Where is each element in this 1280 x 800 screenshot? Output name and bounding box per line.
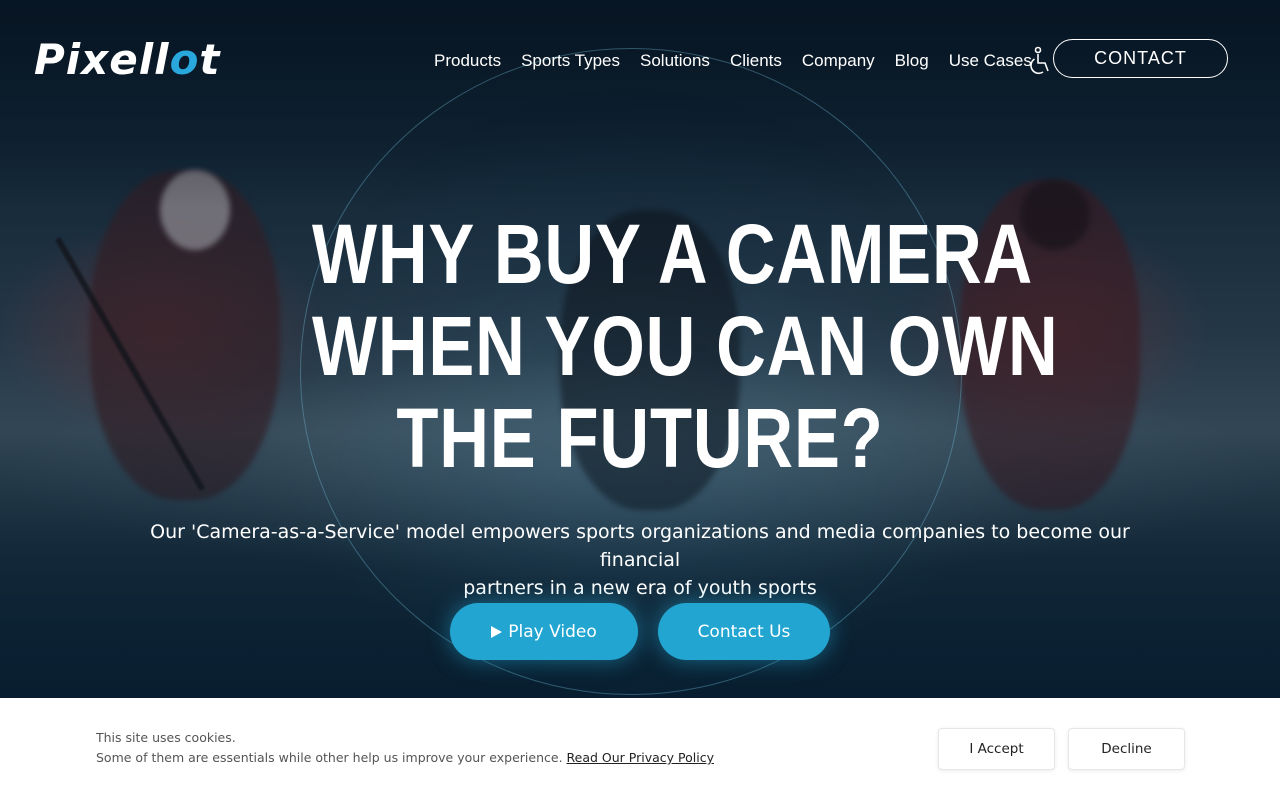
cookie-notice-text: Some of them are essentials while other … <box>96 750 714 765</box>
accept-cookies-button[interactable]: I Accept <box>938 728 1055 770</box>
logo-text-main: Pixell <box>34 35 170 84</box>
logo-text-end: t <box>199 35 221 84</box>
nav-item-blog[interactable]: Blog <box>895 50 929 72</box>
play-video-button[interactable]: Play Video <box>450 603 638 660</box>
headline-line: WHY BUY A CAMERA <box>312 207 1034 301</box>
decline-cookies-button[interactable]: Decline <box>1068 728 1185 770</box>
cookie-notice-title: This site uses cookies. <box>96 730 236 745</box>
nav-item-products[interactable]: Products <box>434 50 501 72</box>
contact-us-button[interactable]: Contact Us <box>658 603 830 660</box>
contact-button[interactable]: CONTACT <box>1053 39 1228 78</box>
cookie-banner: This site uses cookies. Some of them are… <box>0 698 1280 800</box>
nav-item-clients[interactable]: Clients <box>730 50 782 72</box>
main-nav: Products Sports Types Solutions Clients … <box>434 50 1052 72</box>
hero-subtitle: Our 'Camera-as-a-Service' model empowers… <box>120 518 1160 602</box>
nav-item-use-cases[interactable]: Use Cases <box>949 50 1032 72</box>
nav-item-solutions[interactable]: Solutions <box>640 50 710 72</box>
cookie-notice-body: Some of them are essentials while other … <box>96 750 563 765</box>
play-icon <box>491 625 503 638</box>
subtitle-line: Our 'Camera-as-a-Service' model empowers… <box>150 521 1130 571</box>
hero-section: Pixellot Products Sports Types Solutions… <box>0 0 1280 698</box>
headline-line: WHEN YOU CAN OWN <box>312 299 1059 393</box>
nav-item-company[interactable]: Company <box>802 50 875 72</box>
logo-text-accent: o <box>169 35 200 84</box>
hero-headline: WHY BUY A CAMERA WHEN YOU CAN OWN THE FU… <box>312 207 1059 485</box>
nav-item-sports-types[interactable]: Sports Types <box>521 50 620 72</box>
subtitle-line: partners in a new era of youth sports <box>463 577 817 599</box>
headline-line: THE FUTURE? <box>396 391 884 485</box>
wheelchair-icon[interactable] <box>1028 46 1052 76</box>
play-video-label: Play Video <box>508 621 597 642</box>
privacy-policy-link[interactable]: Read Our Privacy Policy <box>567 750 714 765</box>
pixellot-logo[interactable]: Pixellot <box>34 38 221 82</box>
